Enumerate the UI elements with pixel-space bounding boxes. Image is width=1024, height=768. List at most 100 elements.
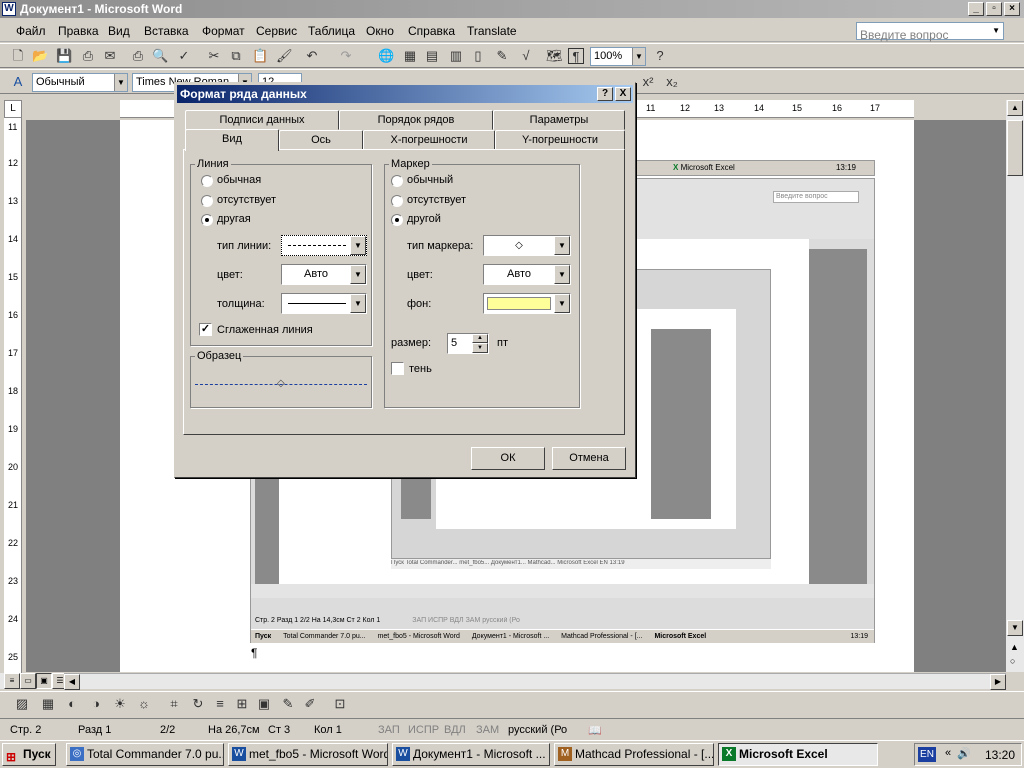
smoothed-line-checkbox[interactable]: ✓ xyxy=(199,323,212,336)
reset-picture-icon[interactable]: ⊡ xyxy=(332,696,348,712)
open-icon[interactable]: 📂 xyxy=(32,48,48,64)
line-weight-combo[interactable]: ▼ xyxy=(281,293,367,314)
menu-view[interactable]: Вид xyxy=(108,24,130,38)
ask-dropdown-icon[interactable]: ▼ xyxy=(992,23,1000,39)
line-radio-custom[interactable] xyxy=(201,214,213,226)
ok-button[interactable]: ОК xyxy=(471,447,545,470)
permission-icon[interactable]: ⎙ xyxy=(80,48,96,64)
normal-view-icon[interactable]: ≡ xyxy=(4,673,20,689)
web-view-icon[interactable]: ▭ xyxy=(20,673,36,689)
speaker-icon[interactable]: 🔊 xyxy=(957,747,971,760)
line-style-icon[interactable]: ≡ xyxy=(212,696,228,712)
superscript-icon[interactable]: x² xyxy=(640,74,656,90)
styles-formatting-icon[interactable]: A xyxy=(10,74,26,90)
shadow-checkbox[interactable] xyxy=(391,362,404,375)
rotate-icon[interactable]: ↻ xyxy=(190,696,206,712)
spelling-status-icon[interactable]: 📖 xyxy=(588,724,602,737)
marker-color-combo[interactable]: Авто ▼ xyxy=(483,264,571,285)
print-layout-icon[interactable]: ▣ xyxy=(36,673,52,689)
chevron-down-icon[interactable]: ▼ xyxy=(632,48,645,65)
marker-radio-custom[interactable] xyxy=(391,214,403,226)
chevron-down-icon[interactable]: ▼ xyxy=(554,265,570,284)
text-wrap-icon[interactable]: ▣ xyxy=(256,696,272,712)
vertical-scrollbar[interactable]: ▲ ▼ ▲ ○ xyxy=(1006,100,1024,672)
status-extend[interactable]: ВДЛ xyxy=(444,724,466,736)
scroll-down-icon[interactable]: ▼ xyxy=(1007,620,1023,636)
style-combo[interactable]: Обычный ▼ xyxy=(32,73,128,92)
document-map-icon[interactable]: 🗺 xyxy=(546,48,563,64)
contrast-icon[interactable]: ◐ xyxy=(64,696,80,712)
copy-icon[interactable]: ⧉ xyxy=(228,48,244,64)
menu-window[interactable]: Окно xyxy=(366,24,394,38)
brightness-down-icon[interactable]: ☼ xyxy=(136,696,152,712)
menu-help[interactable]: Справка xyxy=(408,24,455,38)
clock[interactable]: 13:20 xyxy=(985,748,1015,762)
email-icon[interactable]: ✉ xyxy=(102,48,118,64)
ask-question-box[interactable]: Введите вопрос ▼ xyxy=(856,22,1004,42)
line-color-combo[interactable]: Авто ▼ xyxy=(281,264,367,285)
tab-options[interactable]: Параметры xyxy=(493,110,625,130)
minimize-button[interactable]: _ xyxy=(968,2,984,16)
print-icon[interactable]: ⎙ xyxy=(130,48,146,64)
task-total-commander[interactable]: ◎ Total Commander 7.0 pu... xyxy=(66,743,224,766)
menu-translate[interactable]: Translate xyxy=(467,24,517,38)
start-button[interactable]: ⊞ Пуск xyxy=(2,743,56,766)
scroll-up-icon[interactable]: ▲ xyxy=(1007,100,1023,116)
menu-table[interactable]: Таблица xyxy=(308,24,355,38)
subscript-icon[interactable]: x₂ xyxy=(664,74,680,90)
browse-object-icon[interactable]: ○ xyxy=(1010,656,1015,666)
chevron-down-icon[interactable]: ▼ xyxy=(350,294,366,313)
cancel-button[interactable]: Отмена xyxy=(552,447,626,470)
tray-expand-icon[interactable]: « xyxy=(945,747,951,759)
line-radio-none[interactable] xyxy=(201,195,213,207)
redo-icon[interactable]: ↷ xyxy=(338,48,354,64)
insert-table-icon[interactable]: ▤ xyxy=(424,48,440,64)
show-formatting-icon[interactable]: ¶ xyxy=(568,48,584,64)
tab-axis[interactable]: Ось xyxy=(279,130,363,150)
spin-up-icon[interactable]: ▲ xyxy=(472,334,488,343)
marker-bg-combo[interactable]: ▼ xyxy=(483,293,571,314)
undo-icon[interactable]: ↶ xyxy=(304,48,320,64)
help-icon[interactable]: ? xyxy=(652,48,668,64)
marker-type-combo[interactable]: ◇ ▼ xyxy=(483,235,571,256)
tab-data-labels[interactable]: Подписи данных xyxy=(185,110,339,130)
word-app-icon[interactable]: W xyxy=(2,2,16,16)
scroll-left-icon[interactable]: ◀ xyxy=(64,674,80,690)
brightness-up-icon[interactable]: ☀ xyxy=(112,696,128,712)
zoom-combo[interactable]: 100% ▼ xyxy=(590,47,646,66)
equation-icon[interactable]: √ xyxy=(518,48,534,64)
spin-down-icon[interactable]: ▼ xyxy=(472,343,488,353)
spelling-icon[interactable]: ✓ xyxy=(176,48,192,64)
cut-icon[interactable]: ✂ xyxy=(206,48,222,64)
print-preview-icon[interactable]: 🔍 xyxy=(152,48,168,64)
format-picture-icon[interactable]: ✎ xyxy=(280,696,296,712)
status-overtype[interactable]: ЗАМ xyxy=(476,724,499,736)
chevron-down-icon[interactable]: ▼ xyxy=(114,74,127,91)
menu-edit[interactable]: Правка xyxy=(58,24,99,38)
tab-x-errors[interactable]: X-погрешности xyxy=(363,130,495,150)
menu-tools[interactable]: Сервис xyxy=(256,24,297,38)
new-document-icon[interactable]: 🗋 xyxy=(10,48,26,64)
paste-icon[interactable]: 📋 xyxy=(252,48,268,64)
task-met-fbo5[interactable]: W met_fbo5 - Microsoft Word xyxy=(228,743,388,766)
dialog-help-button[interactable]: ? xyxy=(597,87,613,101)
drawing-icon[interactable]: ✎ xyxy=(494,48,510,64)
marker-radio-none[interactable] xyxy=(391,195,403,207)
compress-icon[interactable]: ⊞ xyxy=(234,696,250,712)
task-excel[interactable]: X Microsoft Excel xyxy=(718,743,878,766)
line-type-combo[interactable]: ▼ xyxy=(281,235,367,256)
scroll-right-icon[interactable]: ▶ xyxy=(990,674,1006,690)
chevron-down-icon[interactable]: ▼ xyxy=(554,236,570,255)
language-indicator[interactable]: EN xyxy=(918,747,936,762)
tables-borders-icon[interactable]: ▦ xyxy=(402,48,418,64)
crop-icon[interactable]: ⌗ xyxy=(166,696,182,712)
set-transparent-icon[interactable]: ✐ xyxy=(302,696,318,712)
insert-excel-icon[interactable]: ▥ xyxy=(448,48,464,64)
contrast-down-icon[interactable]: ◑ xyxy=(88,696,104,712)
columns-icon[interactable]: ▯ xyxy=(470,48,486,64)
vertical-ruler[interactable]: 11 12 13 14 15 16 17 18 19 20 21 22 23 2… xyxy=(4,118,22,678)
horizontal-scrollbar[interactable]: ◀ ▶ xyxy=(64,673,1006,690)
tab-selector[interactable]: L xyxy=(4,100,22,118)
status-track[interactable]: ИСПР xyxy=(408,724,439,736)
format-painter-icon[interactable]: 🖌 xyxy=(276,48,293,64)
